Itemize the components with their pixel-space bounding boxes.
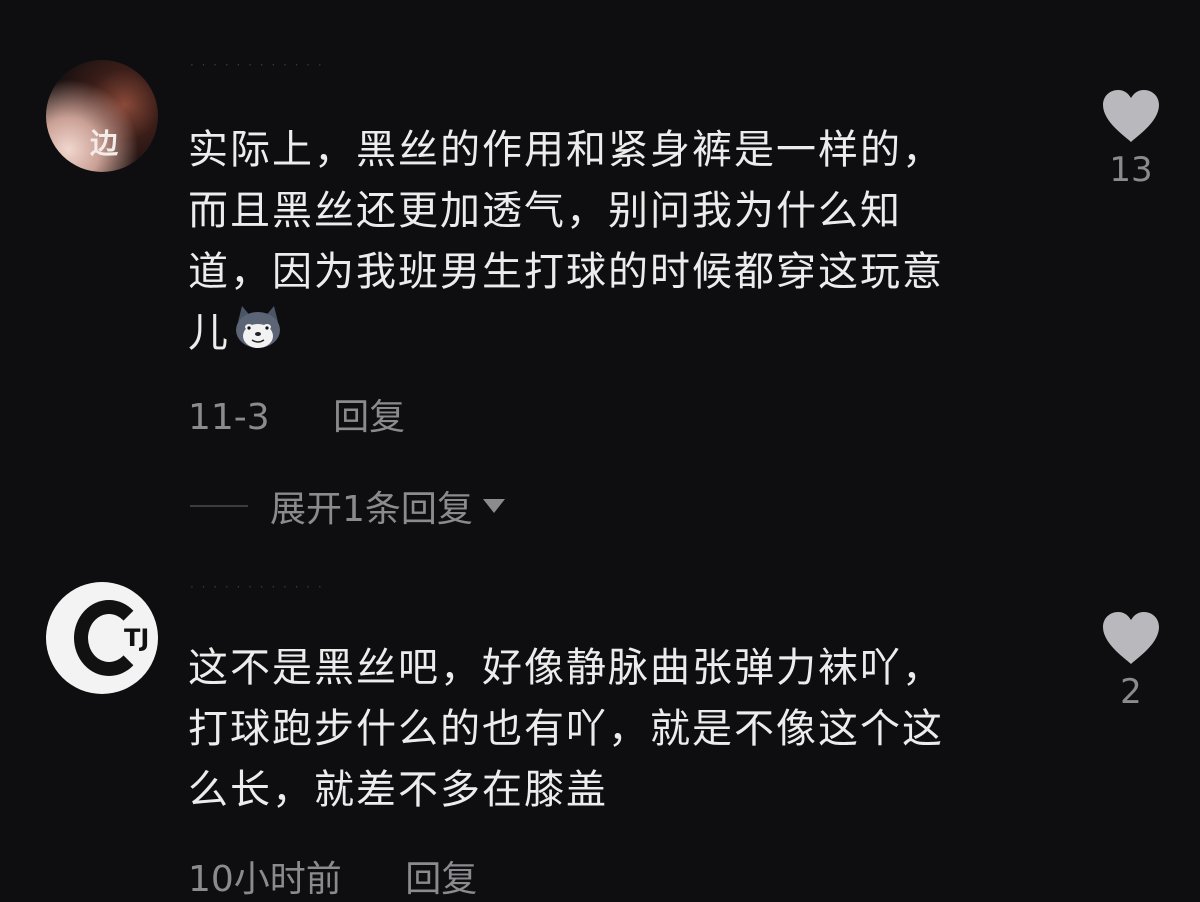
comment-item: TJ · · · · · · · · · · · · 这不是黑丝吧，好像静脉曲张… xyxy=(0,560,1200,900)
comment-text-content: 实际上，黑丝的作用和紧身裤是一样的， 而且黑丝还更加透气，别问我为什么知 道，因… xyxy=(188,127,944,356)
like-button[interactable]: 2 xyxy=(1096,610,1166,712)
like-button[interactable]: 13 xyxy=(1096,88,1166,190)
divider-line xyxy=(190,505,248,507)
caret-down-icon xyxy=(482,499,505,513)
reply-button[interactable]: 回复 xyxy=(405,850,477,902)
username[interactable]: · · · · · · · · · · · · xyxy=(190,580,470,594)
like-count: 2 xyxy=(1120,672,1142,712)
user-avatar[interactable]: TJ xyxy=(46,582,158,694)
comment-meta: 11-3 回复 xyxy=(188,388,405,440)
username[interactable]: · · · · · · · · · · · · xyxy=(190,58,470,72)
comment-date: 11-3 xyxy=(188,397,270,438)
expand-replies-label: 展开1条回复 xyxy=(270,489,473,530)
like-count: 13 xyxy=(1109,150,1153,190)
expand-replies-button[interactable]: 展开1条回复 xyxy=(190,480,505,532)
comment-text: 这不是黑丝吧，好像静脉曲张弹力袜吖， 打球跑步什么的也有吖，就是不像这个这 么长… xyxy=(188,645,944,813)
comment-meta: 10小时前 回复 xyxy=(188,850,477,902)
user-avatar[interactable]: 边 xyxy=(46,60,158,172)
heart-icon xyxy=(1103,90,1159,142)
comment-date: 10小时前 xyxy=(188,859,342,900)
reply-button[interactable]: 回复 xyxy=(333,388,405,440)
avatar-text: 边 xyxy=(90,127,119,160)
husky-dog-emoji-icon xyxy=(232,304,284,350)
avatar-text: TJ xyxy=(124,624,150,652)
heart-icon xyxy=(1103,612,1159,664)
comment-item: 边 · · · · · · · · · · · · 实际上，黑丝的作用和紧身裤是… xyxy=(0,0,1200,540)
comment-text: 实际上，黑丝的作用和紧身裤是一样的， 而且黑丝还更加透气，别问我为什么知 道，因… xyxy=(188,120,1038,364)
